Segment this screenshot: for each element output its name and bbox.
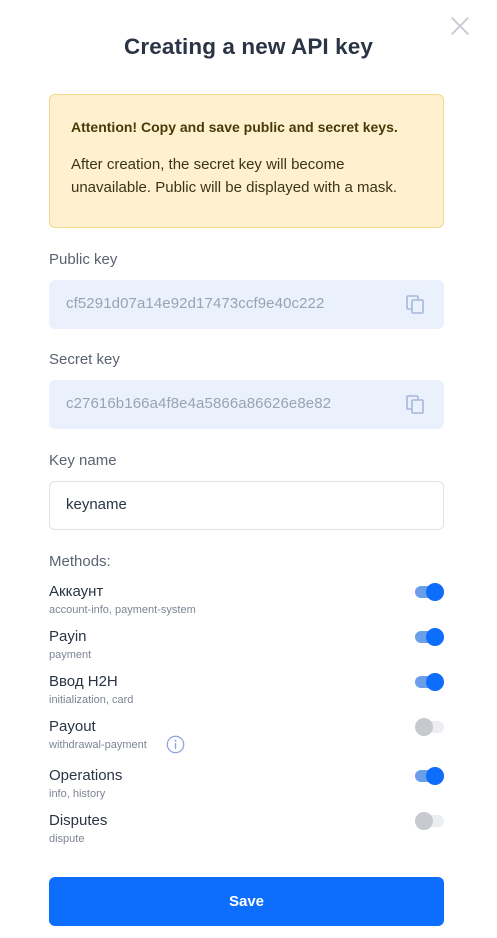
method-name: Disputes bbox=[49, 812, 108, 829]
secret-key-value: c27616b166a4f8e4a5866a86626e8e82 bbox=[66, 395, 332, 412]
method-toggle[interactable] bbox=[415, 673, 444, 691]
attention-alert: Attention! Copy and save public and secr… bbox=[49, 94, 444, 228]
save-button[interactable]: Save bbox=[49, 877, 444, 926]
method-description: payment bbox=[49, 649, 92, 661]
public-key-field: cf5291d07a14e92d17473ccf9e40c222 bbox=[49, 280, 444, 329]
method-name: Operations bbox=[49, 767, 123, 784]
method-description: initialization, card bbox=[49, 694, 134, 706]
methods-label: Methods: bbox=[49, 553, 111, 570]
method-name: Payin bbox=[49, 628, 87, 645]
info-icon[interactable] bbox=[166, 735, 185, 754]
method-toggle[interactable] bbox=[415, 767, 444, 785]
alert-text: After creation, the secret key will beco… bbox=[71, 156, 398, 196]
method-account: Аккаунт account-info, payment-system bbox=[49, 583, 444, 623]
secret-key-field: c27616b166a4f8e4a5866a86626e8e82 bbox=[49, 380, 444, 429]
method-description: info, history bbox=[49, 788, 106, 800]
method-toggle[interactable] bbox=[415, 812, 444, 830]
dialog-title: Creating a new API key bbox=[124, 34, 373, 59]
copy-icon[interactable] bbox=[406, 295, 425, 314]
method-description: dispute bbox=[49, 833, 85, 845]
method-operations: Operations info, history bbox=[49, 767, 444, 807]
method-name: Аккаунт bbox=[49, 583, 104, 600]
public-key-value: cf5291d07a14e92d17473ccf9e40c222 bbox=[66, 295, 325, 312]
method-toggle[interactable] bbox=[415, 628, 444, 646]
alert-title: Attention! Copy and save public and secr… bbox=[71, 119, 398, 135]
method-description: account-info, payment-system bbox=[49, 604, 196, 616]
key-name-input[interactable] bbox=[66, 496, 426, 513]
copy-icon[interactable] bbox=[406, 395, 425, 414]
method-toggle[interactable] bbox=[415, 583, 444, 601]
key-name-field[interactable] bbox=[49, 481, 444, 530]
key-name-label: Key name bbox=[49, 452, 117, 469]
method-payout: Payout withdrawal-payment bbox=[49, 718, 444, 758]
method-payin: Payin payment bbox=[49, 628, 444, 668]
secret-key-label: Secret key bbox=[49, 351, 120, 368]
method-description: withdrawal-payment bbox=[49, 739, 147, 751]
method-name: Payout bbox=[49, 718, 96, 735]
method-disputes: Disputes dispute bbox=[49, 812, 444, 852]
method-toggle[interactable] bbox=[415, 718, 444, 736]
method-name: Ввод H2H bbox=[49, 673, 118, 690]
method-h2h-input: Ввод H2H initialization, card bbox=[49, 673, 444, 713]
public-key-label: Public key bbox=[49, 251, 118, 268]
